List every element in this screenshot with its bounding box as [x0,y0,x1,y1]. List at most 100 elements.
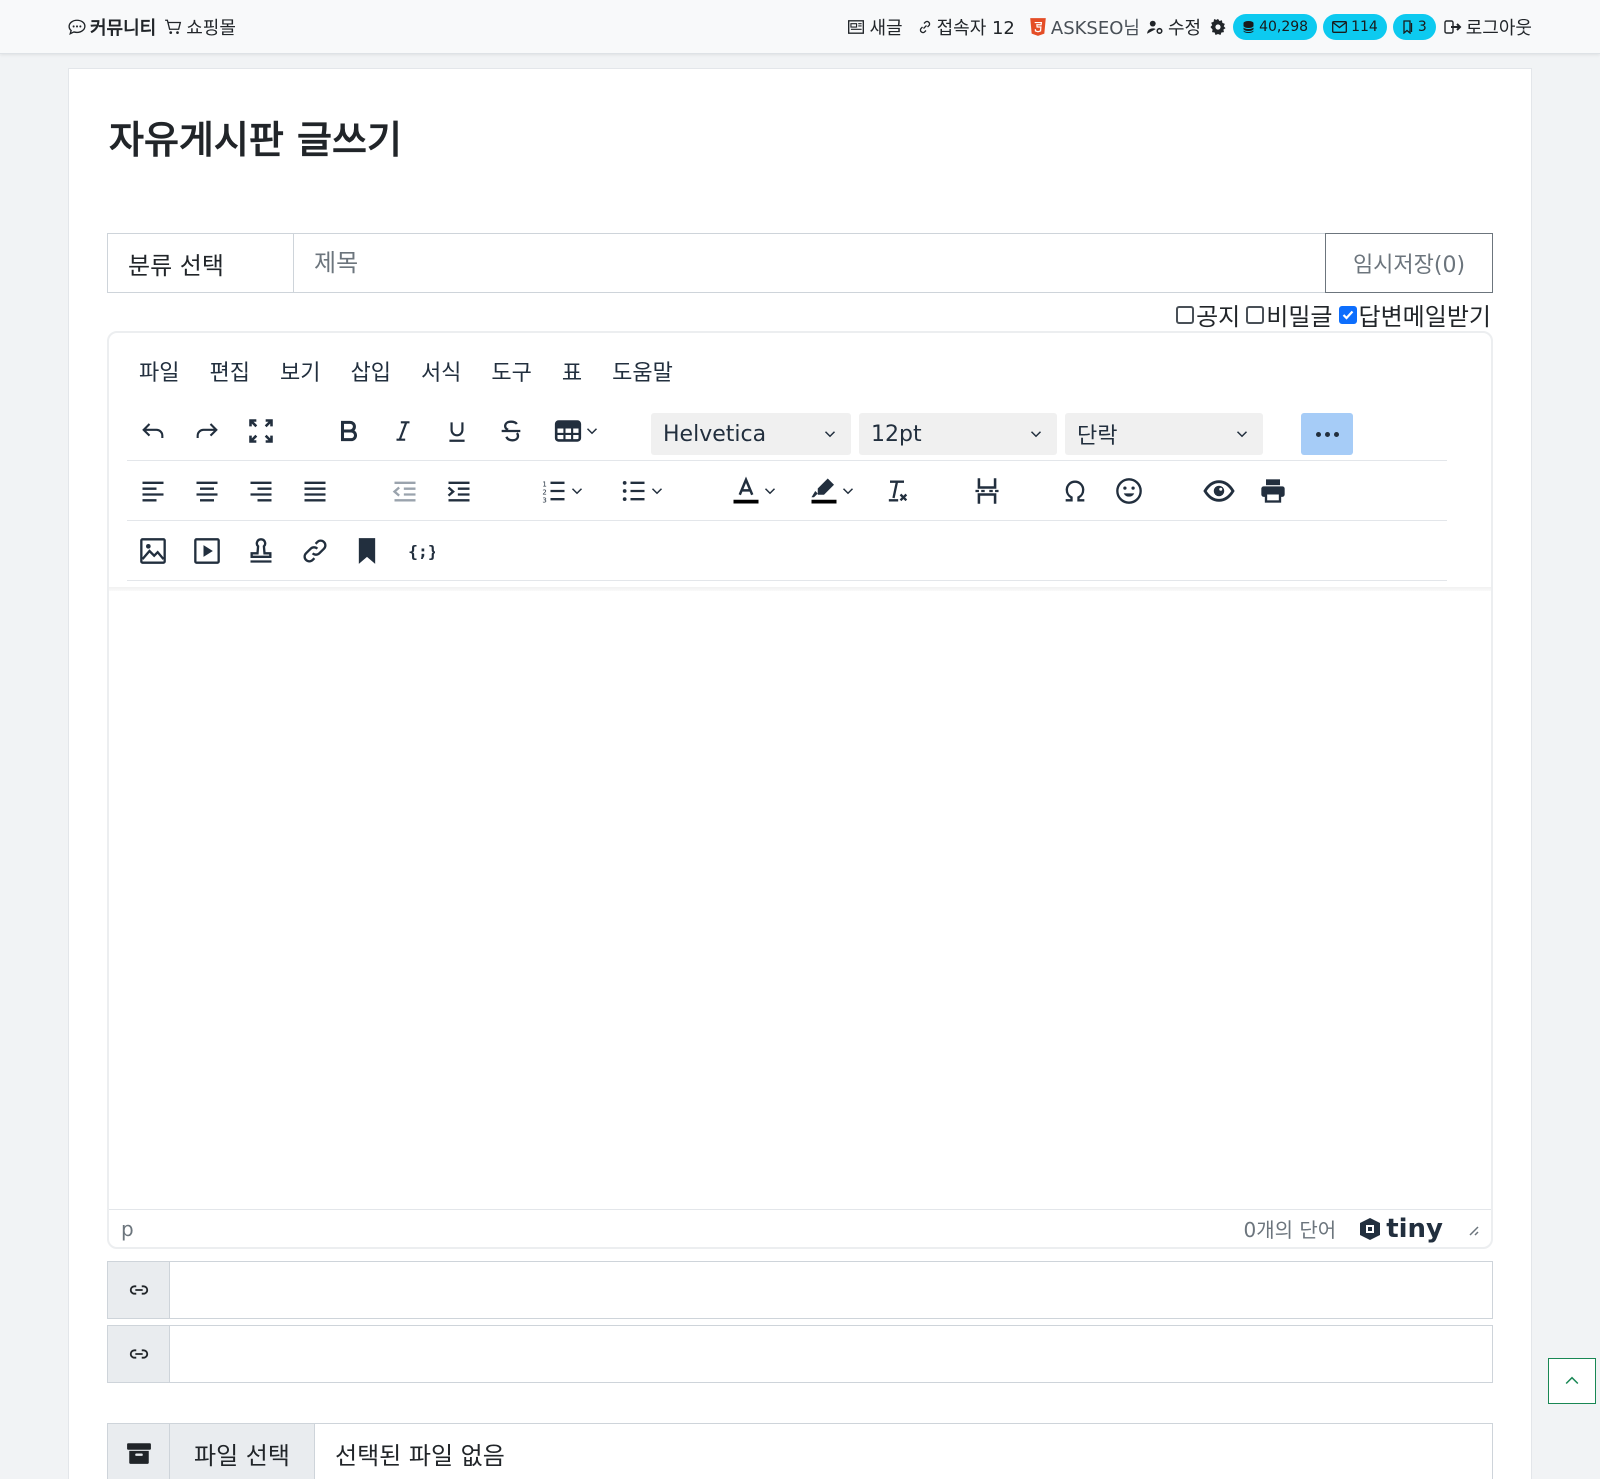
temp-save-button[interactable]: 임시저장(0) [1325,233,1493,293]
numbered-list-button[interactable]: 123 [533,461,593,521]
preview-button[interactable] [1199,461,1239,521]
undo-button[interactable] [135,401,171,461]
block-format-value: 단락 [1077,424,1118,449]
tiny-logo-icon [1360,1217,1381,1240]
link-icon-box [108,1326,170,1382]
category-select[interactable]: 분류 선택 [108,234,294,292]
nav-user-link[interactable]: ASKSEO님 [1029,14,1140,40]
insert-image-button[interactable] [135,521,171,581]
svg-text:{;}: {;} [408,542,435,561]
clear-format-button[interactable] [879,461,915,521]
nav-visitors-label: 접속자 12 [936,17,1015,39]
emoticon-button[interactable] [1111,461,1147,521]
nav-community-label: 커뮤니티 [90,17,157,39]
scraps-badge[interactable]: 3 [1392,13,1436,40]
more-dot [1333,431,1339,437]
table-button[interactable] [547,401,607,461]
menu-view[interactable]: 보기 [268,351,332,391]
more-tools-button[interactable] [1301,413,1353,455]
secret-option[interactable]: 비밀글 [1246,297,1333,332]
notice-checkbox[interactable] [1176,305,1195,324]
menu-file[interactable]: 파일 [127,351,191,391]
bold-button[interactable] [331,401,367,461]
template-button[interactable] [243,521,279,581]
menu-table[interactable]: 표 [550,351,594,391]
chevron-down-icon [842,488,854,495]
svg-text:3: 3 [542,497,546,505]
secret-label: 비밀글 [1266,303,1333,331]
messages-badge[interactable]: 114 [1323,13,1387,40]
indent-button[interactable] [441,461,477,521]
code-sample-button[interactable]: {;} [403,521,439,581]
tiny-brand-label: tiny [1386,1213,1443,1244]
nav-community-link[interactable]: 커뮤니티 [68,14,156,40]
nav-shop-link[interactable]: 쇼핑몰 [164,14,236,40]
video-icon [194,538,220,564]
rich-text-editor: 파일 편집 보기 삽입 서식 도구 표 도움말 Helvetica 12pt 단… [107,331,1493,1249]
notice-option[interactable]: 공지 [1176,297,1240,332]
element-path[interactable]: p [121,1217,134,1241]
points-badge[interactable]: 40,298 [1233,13,1318,40]
fullscreen-button[interactable] [243,401,279,461]
insert-media-button[interactable] [189,521,225,581]
redo-button[interactable] [189,401,225,461]
menu-insert[interactable]: 삽입 [338,351,402,391]
printer-icon [1261,479,1285,503]
editor-content-area[interactable] [109,591,1491,1211]
table-icon [554,420,582,442]
resize-handle-icon[interactable] [1465,1222,1479,1236]
anchor-button[interactable] [349,521,385,581]
word-count[interactable]: 0개의 단어 [1244,1214,1337,1243]
font-family-select[interactable]: Helvetica [651,413,851,455]
align-center-icon [196,481,218,502]
align-center-button[interactable] [189,461,225,521]
outdent-button[interactable] [387,461,423,521]
menu-tools[interactable]: 도구 [479,351,543,391]
chevron-down-icon [1236,431,1248,438]
strikethrough-button[interactable] [493,401,529,461]
bullet-list-button[interactable] [613,461,673,521]
italic-button[interactable] [385,401,421,461]
align-left-button[interactable] [135,461,171,521]
chevron-down-icon [764,488,776,495]
nav-visitors-link[interactable]: 접속자 12 [917,14,1015,40]
tiny-brand-link[interactable]: tiny [1358,1214,1443,1244]
menu-format[interactable]: 서식 [409,351,473,391]
menu-edit[interactable]: 편집 [197,351,261,391]
more-dot [1324,431,1330,437]
strikethrough-icon [501,420,521,442]
align-right-button[interactable] [243,461,279,521]
back-to-top-button[interactable] [1548,1358,1596,1404]
database-icon [1242,20,1255,34]
nav-settings-link[interactable] [1209,18,1227,36]
nav-new-posts-link[interactable]: 새글 [847,14,903,40]
menu-help[interactable]: 도움말 [600,351,685,391]
reply-mail-option[interactable]: 답변메일받기 [1338,297,1491,332]
chevron-down-icon [586,428,598,435]
file-choose-button[interactable]: 파일 선택 [170,1424,315,1479]
text-color-button[interactable] [723,461,787,521]
file-upload-row: 파일 선택 선택된 파일 없음 [107,1423,1493,1479]
chevron-down-icon [824,431,836,438]
link-input-1[interactable] [170,1262,1492,1318]
insert-link-button[interactable] [297,521,333,581]
link-icon [129,1349,148,1359]
secret-checkbox[interactable] [1246,305,1265,324]
underline-icon [449,422,465,442]
italic-icon [396,421,410,441]
subject-input[interactable] [294,234,1325,292]
title-row: 분류 선택 임시저장(0) [107,233,1493,293]
special-char-button[interactable] [1057,461,1093,521]
nav-new-posts-label: 새글 [869,17,903,39]
link-input-2[interactable] [170,1326,1492,1382]
font-size-select[interactable]: 12pt [859,413,1057,455]
nav-edit-profile-link[interactable]: 수정 [1146,14,1201,40]
underline-button[interactable] [439,401,475,461]
page-break-button[interactable] [969,461,1005,521]
reply-mail-checkbox[interactable] [1338,305,1357,324]
nav-logout-link[interactable]: 로그아웃 [1444,14,1532,40]
highlight-color-button[interactable] [801,461,865,521]
block-format-select[interactable]: 단락 [1065,413,1263,455]
print-button[interactable] [1255,461,1291,521]
align-justify-button[interactable] [297,461,333,521]
